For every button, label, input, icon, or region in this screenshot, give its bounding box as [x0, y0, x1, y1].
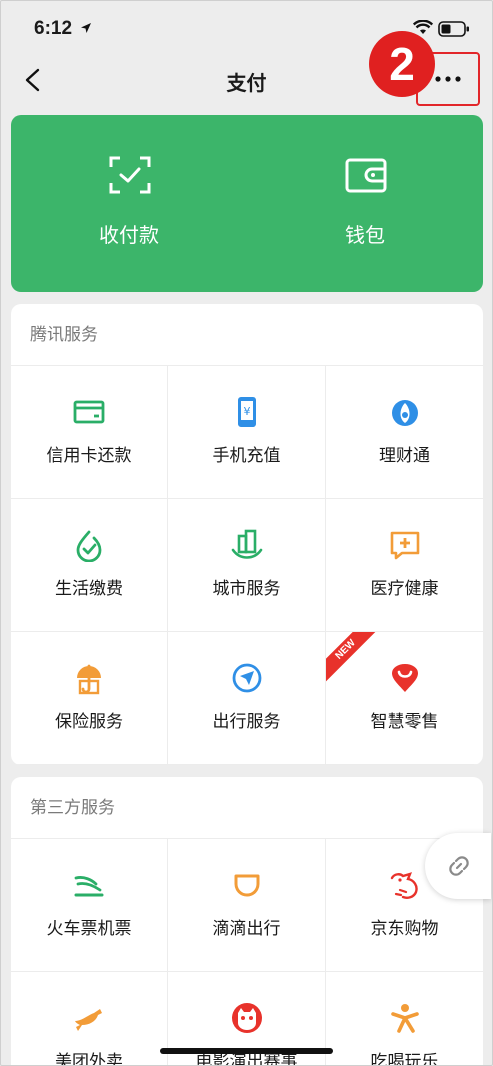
service-label: 美团外卖 [55, 1052, 123, 1066]
service-label: 手机充值 [212, 446, 281, 466]
service-label: 城市服务 [212, 579, 281, 599]
tencent-services-section: 腾讯服务 信用卡还款 ¥ 手机充值 理财通 生活缴费 城市服务 医疗健康 保险服… [11, 304, 483, 765]
service-travel[interactable]: 出行服务 [168, 632, 326, 765]
service-retail[interactable]: NEW 智慧零售 [326, 632, 483, 765]
service-label: 理财通 [379, 446, 430, 466]
home-indicator [160, 1048, 333, 1054]
location-arrow-icon [81, 23, 91, 33]
service-medical[interactable]: 医疗健康 [326, 499, 483, 632]
third-party-services-section: 第三方服务 火车票机票 滴滴出行 京东购物 美团外卖 电影演出赛事 吃喝玩乐 [11, 777, 483, 1066]
medical-icon [390, 531, 419, 560]
service-label: 智慧零售 [370, 712, 439, 732]
link-icon [449, 856, 469, 876]
service-label: 信用卡还款 [46, 446, 132, 466]
wealth-icon [391, 400, 418, 426]
service-utility-bill[interactable]: 生活缴费 [11, 499, 168, 632]
service-label: 医疗健康 [370, 579, 439, 599]
service-label: 保险服务 [55, 712, 123, 732]
receive-pay-button[interactable]: 收付款 [11, 115, 247, 292]
city-services-icon [231, 529, 262, 559]
service-wealth[interactable]: 理财通 [326, 366, 483, 499]
jd-shopping-icon [390, 872, 418, 899]
service-label: 吃喝玩乐 [370, 1052, 439, 1066]
pay-card: 收付款 钱包 [11, 115, 483, 292]
service-city[interactable]: 城市服务 [168, 499, 326, 632]
status-time: 6:12 [34, 18, 73, 39]
service-label: 生活缴费 [55, 579, 123, 599]
service-credit-card[interactable]: 信用卡还款 [11, 366, 168, 499]
svg-text:¥: ¥ [243, 405, 250, 418]
service-didi[interactable]: 滴滴出行 [168, 839, 326, 972]
utility-bill-icon [76, 530, 102, 562]
wallet-icon [345, 158, 387, 193]
scan-check-icon [109, 156, 151, 194]
train-ticket-icon [74, 876, 104, 897]
section-title: 第三方服务 [11, 777, 483, 839]
step-number-badge: 2 [369, 31, 435, 97]
more-dots-icon [435, 76, 461, 82]
floating-link-button[interactable] [425, 833, 491, 899]
service-train-ticket[interactable]: 火车票机票 [11, 839, 168, 972]
service-label: 出行服务 [212, 712, 281, 732]
service-meituan[interactable]: 美团外卖 [11, 972, 168, 1066]
credit-card-icon [73, 400, 105, 424]
service-label: 火车票机票 [46, 919, 132, 939]
movie-icon [231, 1003, 262, 1033]
service-label: 滴滴出行 [212, 919, 281, 939]
service-label: 京东购物 [370, 919, 439, 939]
phone-topup-icon: ¥ [237, 397, 256, 427]
wallet-label: 钱包 [345, 223, 385, 247]
new-ribbon: NEW [326, 632, 386, 692]
insurance-icon [77, 664, 101, 695]
meituan-delivery-icon [75, 1009, 102, 1031]
section-title: 腾讯服务 [11, 304, 483, 366]
receive-pay-label: 收付款 [99, 223, 159, 247]
travel-icon [232, 663, 261, 693]
wallet-button[interactable]: 钱包 [247, 115, 483, 292]
service-entertainment[interactable]: 吃喝玩乐 [326, 972, 483, 1066]
service-phone-topup[interactable]: ¥ 手机充值 [168, 366, 326, 499]
battery-icon [438, 21, 469, 37]
didi-icon [234, 874, 259, 897]
service-insurance[interactable]: 保险服务 [11, 632, 168, 765]
retail-icon [391, 664, 418, 692]
entertainment-icon [390, 1004, 419, 1033]
